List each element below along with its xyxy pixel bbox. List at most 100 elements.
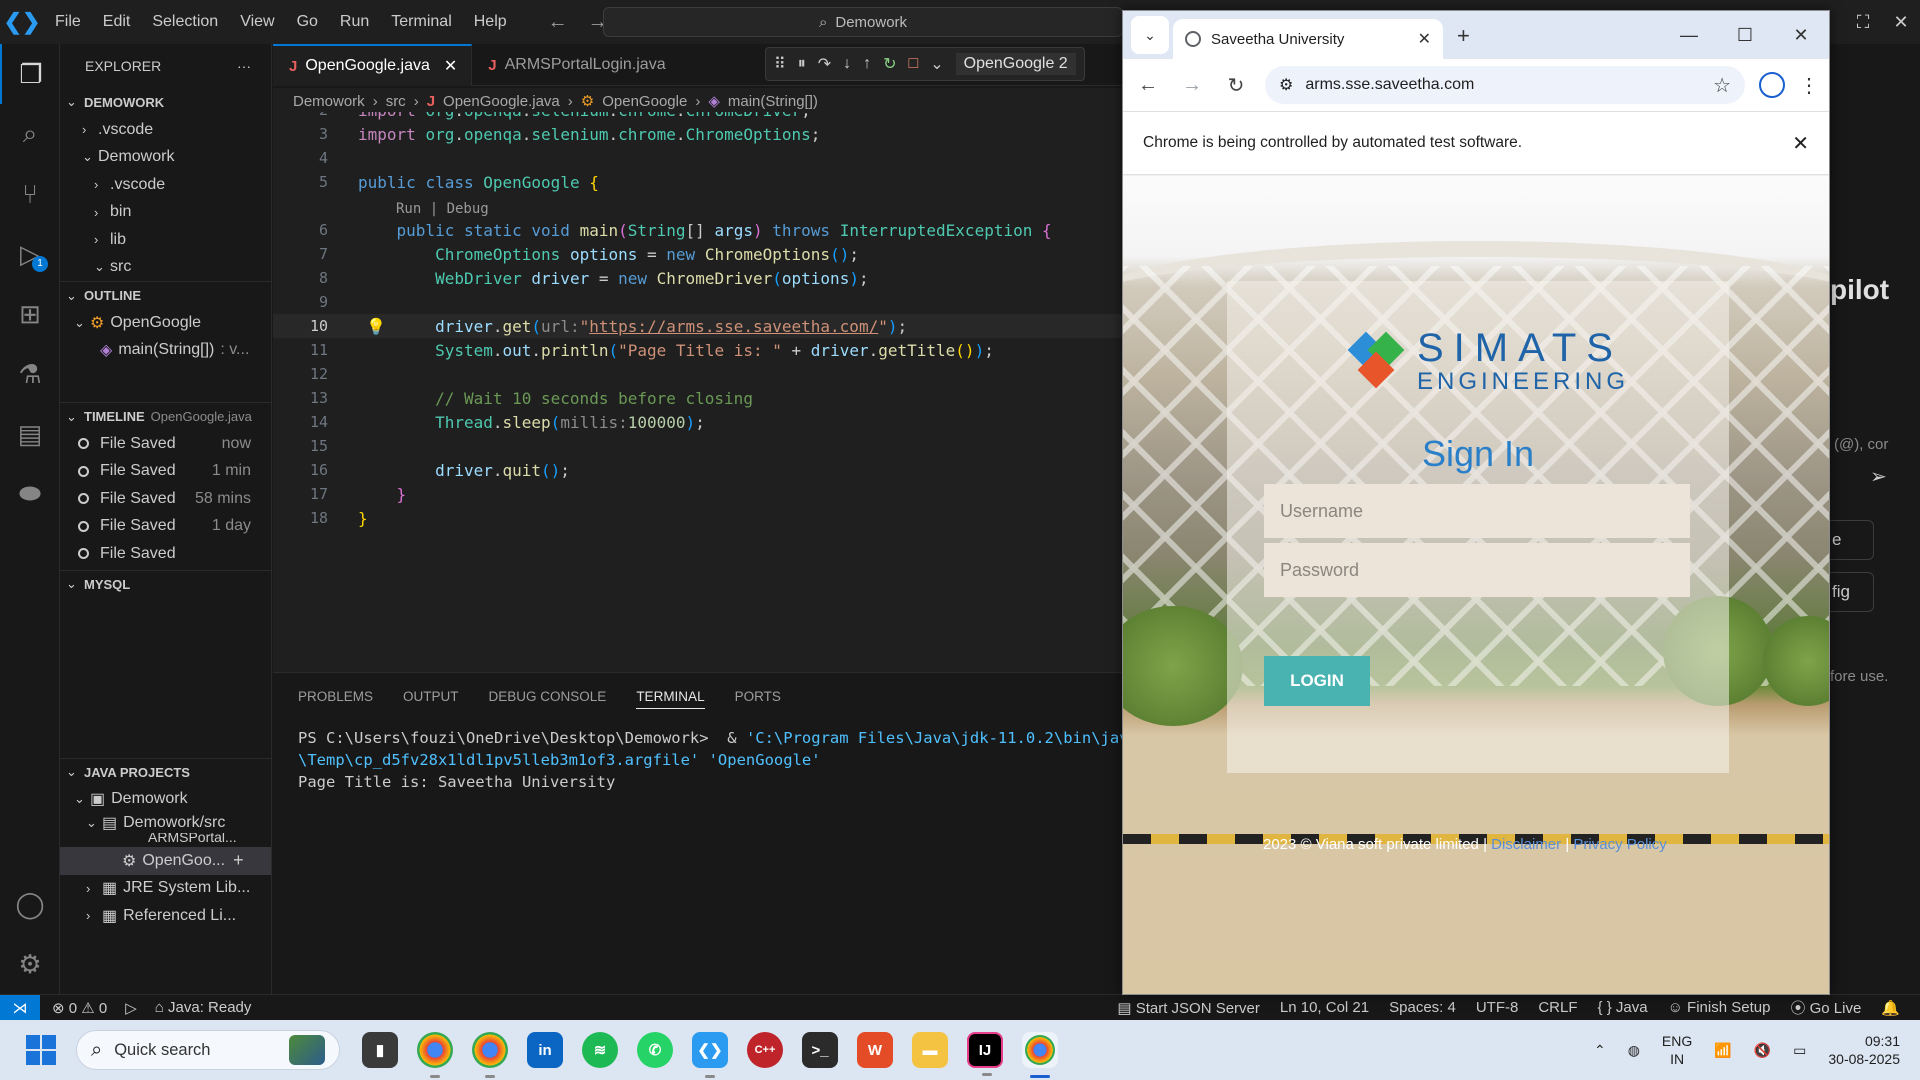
- breadcrumb-item[interactable]: Demowork: [293, 93, 365, 110]
- settings-gear-icon[interactable]: ⚙: [0, 934, 60, 994]
- vscode-app-icon[interactable]: ❮❯: [692, 1032, 728, 1078]
- timeline-item[interactable]: File Saved 58 mins: [60, 485, 271, 513]
- tree-item-bin[interactable]: › bin: [60, 199, 271, 227]
- volume-muted-icon[interactable]: 🔇: [1754, 1042, 1771, 1059]
- spotify-app-icon[interactable]: ≋: [582, 1032, 618, 1068]
- battery-icon[interactable]: ▭: [1793, 1042, 1806, 1059]
- tab-debug-console[interactable]: DEBUG CONSOLE: [489, 689, 607, 704]
- breadcrumb-item[interactable]: OpenGoogle: [602, 93, 687, 110]
- go-live-status[interactable]: ⦿ Go Live: [1790, 997, 1861, 1018]
- send-icon[interactable]: ➢: [1870, 464, 1887, 489]
- network-globe-icon[interactable]: ◍: [1628, 1042, 1640, 1059]
- close-icon[interactable]: ✕: [1773, 11, 1829, 59]
- wifi-icon[interactable]: 📶: [1714, 1042, 1731, 1059]
- language-status[interactable]: { } Java: [1598, 999, 1648, 1016]
- windows-start-icon[interactable]: [26, 1035, 56, 1065]
- step-over-icon[interactable]: ↷: [818, 54, 831, 74]
- chevron-down-icon[interactable]: ⌄: [930, 54, 943, 74]
- site-info-icon[interactable]: ⚙: [1279, 75, 1293, 95]
- timeline-section[interactable]: ⌄ TIMELINE OpenGoogle.java: [60, 402, 271, 430]
- tab-armsportal[interactable]: J ARMSPortalLogin.java: [472, 44, 679, 86]
- copilot-button[interactable]: e: [1830, 520, 1874, 560]
- database-icon[interactable]: ⬬: [0, 464, 60, 524]
- tree-item-vscode-inner[interactable]: › .vscode: [60, 171, 271, 199]
- chrome-active-app-icon[interactable]: [1022, 1032, 1058, 1078]
- project-file-armsportal[interactable]: ARMSPortal...: [60, 833, 271, 845]
- whatsapp-app-icon[interactable]: ✆: [637, 1032, 673, 1068]
- menu-view[interactable]: View: [229, 13, 285, 31]
- close-tab-icon[interactable]: ✕: [1418, 29, 1431, 49]
- password-input[interactable]: Password: [1264, 543, 1690, 597]
- outline-section[interactable]: ⌄ OUTLINE: [60, 281, 271, 309]
- stop-icon[interactable]: □: [909, 55, 919, 73]
- forward-arrow-icon[interactable]: →: [1177, 74, 1207, 97]
- tree-item-vscode[interactable]: › .vscode: [60, 116, 271, 144]
- more-menu-icon[interactable]: ⋮: [1799, 73, 1819, 98]
- show-hidden-icons-chevron-icon[interactable]: ⌃: [1594, 1042, 1606, 1059]
- profile-avatar-icon[interactable]: [1759, 72, 1785, 98]
- bookmark-star-icon[interactable]: ☆: [1713, 73, 1731, 98]
- menu-selection[interactable]: Selection: [141, 13, 229, 31]
- intellij-app-icon[interactable]: IJ: [967, 1032, 1003, 1076]
- tree-item-src[interactable]: ⌄ src: [60, 254, 271, 282]
- remote-icon[interactable]: ⋊: [0, 994, 40, 1021]
- outline-item-class[interactable]: ⌄ ⚙ OpenGoogle: [60, 309, 271, 337]
- mysql-section[interactable]: ⌄ MYSQL: [60, 569, 271, 598]
- chrome-app-icon[interactable]: [417, 1032, 453, 1078]
- finish-setup-status[interactable]: ☺ Finish Setup: [1668, 999, 1771, 1016]
- workspace-section[interactable]: ⌄ DEMOWORK: [60, 88, 271, 116]
- close-window-icon[interactable]: ✕: [1882, 12, 1920, 33]
- problems-status[interactable]: ⊗ 0 ⚠ 0: [52, 999, 107, 1017]
- eol-status[interactable]: CRLF: [1538, 999, 1577, 1016]
- tab-search-chevron-icon[interactable]: ⌄: [1131, 16, 1169, 54]
- minimize-icon[interactable]: —: [1661, 11, 1717, 59]
- more-actions-icon[interactable]: ···: [237, 58, 251, 74]
- testing-icon[interactable]: ⚗: [0, 344, 60, 404]
- back-arrow-icon[interactable]: ←: [548, 11, 568, 34]
- tab-opengoogle[interactable]: J OpenGoogle.java ✕: [273, 44, 473, 86]
- run-debug-icon[interactable]: ▷ 1: [0, 224, 60, 284]
- project-src[interactable]: ⌄ ▤ Demowork/src: [60, 813, 271, 833]
- source-control-icon[interactable]: ⑂: [0, 164, 60, 224]
- address-bar[interactable]: ⚙ arms.sse.saveetha.com ☆: [1265, 66, 1745, 104]
- cursor-position[interactable]: Ln 10, Col 21: [1280, 999, 1369, 1016]
- task-view-icon[interactable]: ▮: [362, 1032, 398, 1068]
- tab-terminal[interactable]: TERMINAL: [636, 684, 705, 709]
- login-button[interactable]: LOGIN: [1264, 656, 1370, 706]
- restart-icon[interactable]: ↻: [883, 54, 896, 74]
- remote-explorer-icon[interactable]: ▤: [0, 404, 60, 464]
- java-status[interactable]: ⌂ Java: Ready: [155, 999, 252, 1016]
- clock[interactable]: 09:31 30-08-2025: [1828, 1032, 1900, 1068]
- code-editor[interactable]: 2import org.openqa.selenium.chrome.Chrom…: [273, 112, 1123, 672]
- search-icon[interactable]: ⌕: [0, 104, 60, 164]
- chrome-profile-app-icon[interactable]: [472, 1032, 508, 1078]
- java-projects-section[interactable]: ⌄ JAVA PROJECTS: [60, 757, 271, 786]
- outline-item-method[interactable]: ◈ main(String[]): v...: [60, 337, 271, 365]
- project-referenced[interactable]: › ▦ Referenced Li...: [60, 902, 271, 930]
- explorer-icon[interactable]: ❐: [0, 44, 60, 104]
- file-explorer-icon[interactable]: ▬: [912, 1032, 948, 1068]
- step-into-icon[interactable]: ↓: [843, 55, 851, 73]
- linkedin-app-icon[interactable]: in: [527, 1032, 563, 1068]
- devcpp-app-icon[interactable]: C++: [747, 1032, 783, 1068]
- run-config-select[interactable]: OpenGoogle 2: [955, 53, 1076, 75]
- terminal-output[interactable]: PS C:\Users\fouzi\OneDrive\Desktop\Demow…: [273, 719, 1157, 793]
- close-infobar-icon[interactable]: ✕: [1792, 131, 1809, 156]
- account-icon[interactable]: ◯: [0, 874, 60, 934]
- timeline-item[interactable]: File Saved 1 min: [60, 458, 271, 486]
- drag-handle-icon[interactable]: ⠿: [774, 54, 786, 74]
- json-server-status[interactable]: ▤ Start JSON Server: [1117, 999, 1260, 1017]
- tree-item-demowork[interactable]: ⌄ Demowork: [60, 144, 271, 172]
- disclaimer-link[interactable]: Disclaimer: [1491, 836, 1561, 853]
- step-out-icon[interactable]: ↑: [863, 55, 871, 73]
- tab-output[interactable]: OUTPUT: [403, 689, 459, 704]
- copilot-input-placeholder[interactable]: (@), cor: [1834, 436, 1888, 453]
- extensions-icon[interactable]: ⊞: [0, 284, 60, 344]
- debug-run-icon[interactable]: ▷: [125, 999, 137, 1017]
- project-file-opengoogle[interactable]: ⚙ OpenGoo... +: [60, 847, 271, 875]
- project-demowork[interactable]: ⌄ ▣ Demowork: [60, 786, 271, 814]
- language-indicator[interactable]: ENG IN: [1662, 1032, 1692, 1068]
- copilot-config-button[interactable]: fig: [1830, 572, 1874, 612]
- close-tab-icon[interactable]: ✕: [444, 56, 457, 76]
- chrome-tab[interactable]: Saveetha University ✕: [1173, 19, 1443, 59]
